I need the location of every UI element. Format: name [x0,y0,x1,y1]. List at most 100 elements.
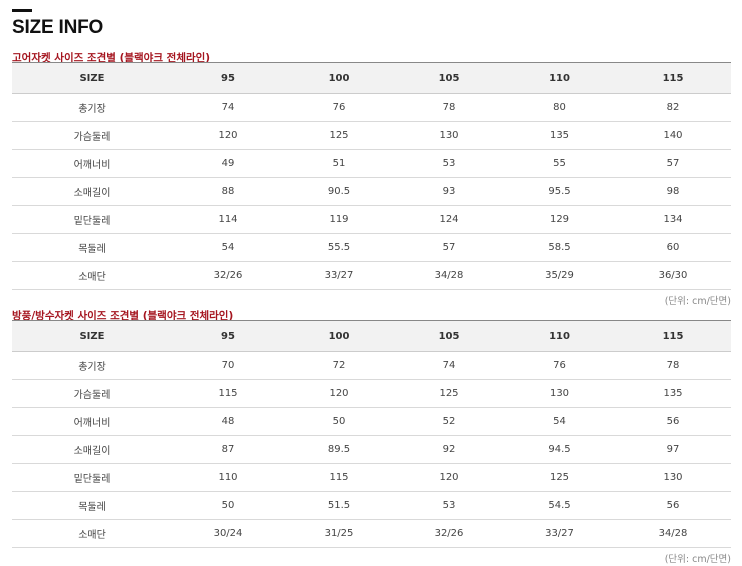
unit-note: (단위: cm/단면) [664,554,731,565]
table-row: 밑단둘레 114 119 124 129 134 [12,205,731,234]
table-cell: 115 [284,463,394,492]
header-cell: 115 [615,320,731,352]
table-header-row: SIZE 95 100 105 110 115 [12,62,731,94]
table-cell: 135 [504,121,615,150]
table-cell: 30/24 [172,519,284,548]
header-cell: 115 [615,62,731,94]
table-cell: 33/27 [504,519,615,548]
row-label: 소매단 [12,519,172,548]
header-cell: 100 [284,62,394,94]
table-row: 소매단 30/24 31/25 32/26 33/27 34/28 [12,519,731,548]
table-cell: 130 [615,463,731,492]
table-cell: 36/30 [615,261,731,290]
table-cell: 120 [284,379,394,408]
table-cell: 78 [615,351,731,380]
row-label: 소매길이 [12,177,172,206]
table-cell: 76 [504,351,615,380]
table-cell: 33/27 [284,261,394,290]
row-label: 가슴둘레 [12,121,172,150]
table-row: 목둘레 54 55.5 57 58.5 60 [12,233,731,262]
table-cell: 90.5 [284,177,394,206]
header-cell: 110 [504,62,615,94]
row-label: 밑단둘레 [12,463,172,492]
header-cell: 110 [504,320,615,352]
table-cell: 124 [394,205,504,234]
table-cell: 50 [172,491,284,520]
header-cell: 105 [394,62,504,94]
row-label: 소매길이 [12,435,172,464]
table-cell: 51 [284,149,394,178]
row-label: 목둘레 [12,491,172,520]
unit-note: (단위: cm/단면) [664,296,731,307]
row-label: 가슴둘레 [12,379,172,408]
size-table-windproof-jacket: SIZE 95 100 105 110 115 총기장 70 72 74 76 … [12,320,731,548]
header-cell: SIZE [12,62,172,94]
table-cell: 52 [394,407,504,436]
table-row: 어깨너비 48 50 52 54 56 [12,407,731,436]
table-cell: 31/25 [284,519,394,548]
table-row: 밑단둘레 110 115 120 125 130 [12,463,731,492]
table-cell: 130 [504,379,615,408]
header-cell: 95 [172,62,284,94]
table-cell: 134 [615,205,731,234]
table-cell: 110 [172,463,284,492]
row-label: 어깨너비 [12,149,172,178]
table-cell: 76 [284,93,394,122]
table-cell: 87 [172,435,284,464]
table-cell: 120 [172,121,284,150]
table-cell: 72 [284,351,394,380]
table-cell: 53 [394,149,504,178]
header-cell: SIZE [12,320,172,352]
header-cell: 105 [394,320,504,352]
table-cell: 34/28 [394,261,504,290]
table-cell: 32/26 [394,519,504,548]
table-cell: 57 [394,233,504,262]
table-cell: 78 [394,93,504,122]
table-row: 총기장 70 72 74 76 78 [12,351,731,380]
table-cell: 60 [615,233,731,262]
page-title: SIZE INFO [12,17,104,38]
row-label: 목둘레 [12,233,172,262]
table-cell: 97 [615,435,731,464]
table-row: 총기장 74 76 78 80 82 [12,93,731,122]
table-cell: 114 [172,205,284,234]
table-cell: 35/29 [504,261,615,290]
table-cell: 55 [504,149,615,178]
table-cell: 55.5 [284,233,394,262]
table-cell: 53 [394,491,504,520]
table-cell: 129 [504,205,615,234]
table-cell: 94.5 [504,435,615,464]
table-cell: 56 [615,491,731,520]
row-label: 밑단둘레 [12,205,172,234]
row-label: 소매단 [12,261,172,290]
table-cell: 70 [172,351,284,380]
table-cell: 74 [394,351,504,380]
table-cell: 115 [172,379,284,408]
size-table-gore-jacket: SIZE 95 100 105 110 115 총기장 74 76 78 80 … [12,62,731,290]
table-row: 소매단 32/26 33/27 34/28 35/29 36/30 [12,261,731,290]
title-accent-bar [12,9,32,12]
table-cell: 125 [504,463,615,492]
table-cell: 80 [504,93,615,122]
table-cell: 93 [394,177,504,206]
table-row: 가슴둘레 120 125 130 135 140 [12,121,731,150]
header-cell: 95 [172,320,284,352]
table-cell: 95.5 [504,177,615,206]
table-cell: 120 [394,463,504,492]
table-cell: 89.5 [284,435,394,464]
table-cell: 125 [284,121,394,150]
table-cell: 32/26 [172,261,284,290]
table-cell: 57 [615,149,731,178]
table-cell: 88 [172,177,284,206]
table-cell: 140 [615,121,731,150]
table-cell: 54.5 [504,491,615,520]
table-header-row: SIZE 95 100 105 110 115 [12,320,731,352]
table-row: 소매길이 88 90.5 93 95.5 98 [12,177,731,206]
table-cell: 34/28 [615,519,731,548]
table-cell: 58.5 [504,233,615,262]
table-cell: 74 [172,93,284,122]
table-cell: 54 [504,407,615,436]
row-label: 총기장 [12,93,172,122]
table-cell: 48 [172,407,284,436]
table-row: 목둘레 50 51.5 53 54.5 56 [12,491,731,520]
